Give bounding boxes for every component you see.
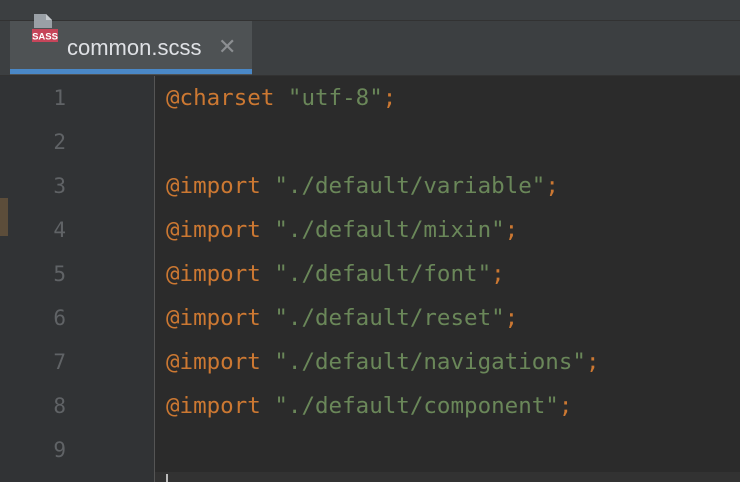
string-literal: "utf-8" xyxy=(287,85,383,111)
semicolon: ; xyxy=(382,85,397,111)
current-line-highlight xyxy=(155,472,740,482)
semicolon: ; xyxy=(558,393,573,419)
code-text[interactable]: @import "./default/mixin"; xyxy=(166,208,518,252)
code-line[interactable]: 8 @import "./default/component"; xyxy=(0,384,740,428)
code-text[interactable]: @import "./default/component"; xyxy=(166,384,572,428)
text-caret xyxy=(166,474,168,482)
string-literal: "./default/variable" xyxy=(274,173,546,199)
keyword: @charset xyxy=(166,85,275,111)
semicolon: ; xyxy=(585,349,600,375)
string-literal: "./default/mixin" xyxy=(274,217,505,243)
active-tab-indicator xyxy=(10,69,252,74)
line-number: 3 xyxy=(53,174,66,198)
code-line[interactable]: 1 @charset "utf-8"; xyxy=(0,76,740,120)
code-text[interactable]: @charset "utf-8"; xyxy=(166,76,396,120)
string-literal: "./default/navigations" xyxy=(274,349,586,375)
line-number: 8 xyxy=(53,394,66,418)
keyword: @import xyxy=(166,261,261,287)
semicolon: ; xyxy=(504,305,519,331)
code-line[interactable]: 5 @import "./default/font"; xyxy=(0,252,740,296)
line-number: 7 xyxy=(53,350,66,374)
keyword: @import xyxy=(166,349,261,375)
code-text[interactable]: @import "./default/font"; xyxy=(166,252,505,296)
semicolon: ; xyxy=(545,173,559,199)
string-literal: "./default/reset" xyxy=(274,305,505,331)
code-line[interactable]: 6 @import "./default/reset"; xyxy=(0,296,740,340)
keyword: @import xyxy=(166,173,261,199)
code-editor: SASS common.scss ✕ 1 @charset "utf-8"; 2… xyxy=(0,0,740,482)
sass-icon-label: SASS xyxy=(32,32,58,43)
title-strip xyxy=(0,0,740,21)
sass-file-icon: SASS xyxy=(32,14,58,43)
line-number: 6 xyxy=(53,306,66,330)
line-number: 2 xyxy=(53,130,66,154)
string-literal: "./default/component" xyxy=(274,393,559,419)
code-text[interactable]: @import "./default/navigations"; xyxy=(166,340,599,384)
line-number: 9 xyxy=(53,438,66,462)
semicolon: ; xyxy=(491,261,505,287)
code-text[interactable]: @import "./default/reset"; xyxy=(166,296,518,340)
line-number: 4 xyxy=(53,218,66,242)
line-number: 1 xyxy=(53,86,66,110)
keyword: @import xyxy=(166,217,261,243)
code-text[interactable]: @import "./default/variable"; xyxy=(166,164,559,208)
code-line[interactable]: 3 @import "./default/variable"; xyxy=(0,164,740,208)
code-lines[interactable]: 1 @charset "utf-8"; 2 3 @import "./defau… xyxy=(0,76,740,472)
semicolon: ; xyxy=(504,217,519,243)
string-literal: "./default/font" xyxy=(274,261,492,287)
code-line[interactable]: 2 xyxy=(0,120,740,164)
code-line[interactable]: 7 @import "./default/navigations"; xyxy=(0,340,740,384)
code-line[interactable]: 9 xyxy=(0,428,740,472)
line-number: 5 xyxy=(53,262,66,286)
keyword: @import xyxy=(166,393,261,419)
close-icon[interactable]: ✕ xyxy=(218,35,236,61)
tab-title[interactable]: common.scss xyxy=(67,35,201,61)
code-line[interactable]: 4 @import "./default/mixin"; xyxy=(0,208,740,252)
keyword: @import xyxy=(166,305,261,331)
